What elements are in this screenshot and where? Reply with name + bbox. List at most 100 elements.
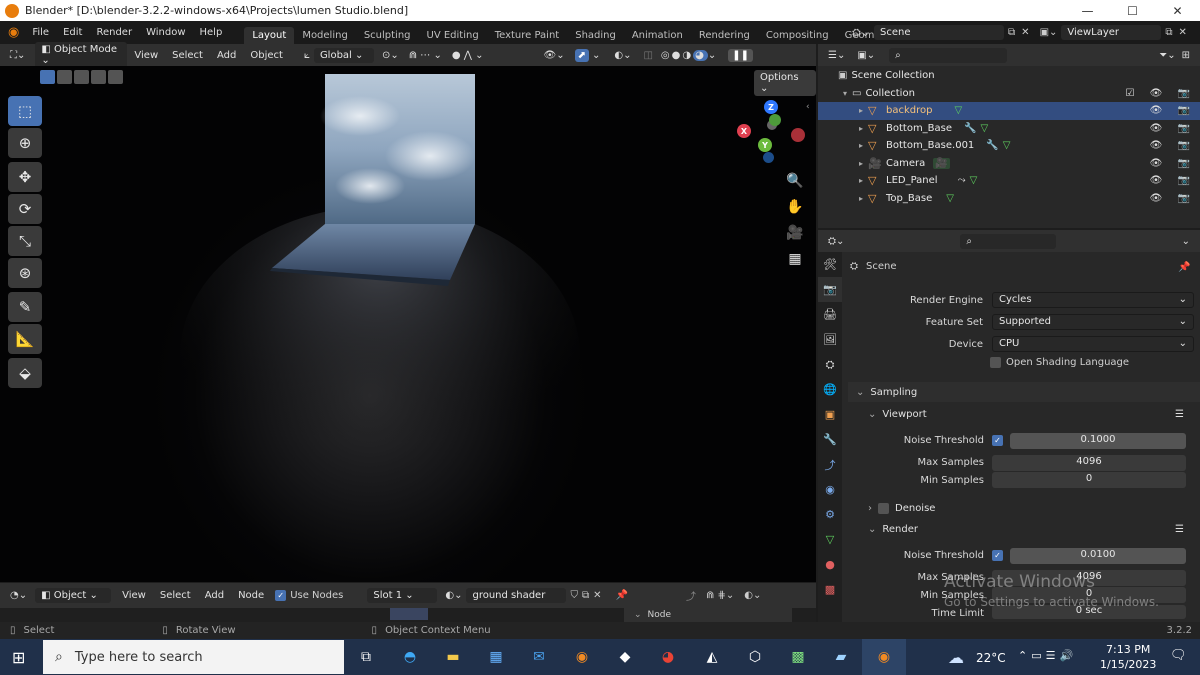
new-scene-icon[interactable]: ⧉ bbox=[1008, 27, 1015, 38]
zoom-icon[interactable]: 🔍 bbox=[784, 170, 806, 192]
node-view-menu[interactable]: View bbox=[115, 590, 153, 601]
denoise-subpanel-header[interactable]: › Denoise bbox=[854, 498, 1194, 518]
world-tab-icon[interactable]: 🌐 bbox=[818, 377, 842, 402]
clock-date[interactable]: 1/15/2023 bbox=[1100, 658, 1156, 671]
blender-menu-icon[interactable]: ◉ bbox=[8, 25, 19, 40]
pin-icon[interactable]: 📌 bbox=[616, 590, 628, 601]
material-icon[interactable]: ◐⌄ bbox=[445, 590, 462, 601]
expand-icon[interactable]: ▸ bbox=[854, 106, 868, 115]
proportional-edit-icon[interactable]: ● ⋀ ⌄ bbox=[452, 50, 484, 61]
view-menu[interactable]: View bbox=[127, 50, 165, 61]
item-visibility-icons[interactable]: 👁 📷 bbox=[1150, 105, 1196, 116]
expand-icon[interactable]: ▸ bbox=[854, 194, 868, 203]
transform-orientation-icon[interactable]: ⟀ bbox=[304, 50, 310, 61]
physics-tab-icon[interactable]: ◉ bbox=[818, 477, 842, 502]
object-tab-icon[interactable]: ▣ bbox=[818, 402, 842, 427]
windows-start-icon[interactable]: ⊞ bbox=[12, 648, 25, 667]
expand-icon[interactable]: ▸ bbox=[854, 159, 868, 168]
sidebar-toggle-icon[interactable]: ‹ bbox=[806, 102, 810, 112]
maximize-button[interactable]: ☐ bbox=[1110, 0, 1155, 21]
node-menu[interactable]: Node bbox=[231, 590, 271, 601]
slot-selector[interactable]: Slot 1 ⌄ bbox=[367, 588, 438, 603]
use-nodes-checkbox[interactable]: ✓ bbox=[275, 590, 287, 601]
mode-selector[interactable]: ◧ Object Mode ⌄ bbox=[35, 42, 128, 68]
device-dropdown[interactable]: CPU ⌄ bbox=[992, 336, 1194, 352]
add-menu[interactable]: Add bbox=[210, 50, 243, 61]
minimize-button[interactable]: — bbox=[1065, 0, 1110, 21]
scene-tab-icon[interactable]: ⛭ bbox=[818, 352, 842, 377]
y-axis-icon[interactable]: Y bbox=[758, 138, 772, 152]
editor-type-icon[interactable]: ☰⌄ bbox=[828, 50, 845, 61]
app-cube-icon[interactable]: ⬡ bbox=[743, 645, 767, 669]
tab-compositing[interactable]: Compositing bbox=[758, 27, 837, 44]
perspective-grid-icon[interactable]: ▦ bbox=[784, 248, 806, 270]
scale-tool-icon[interactable]: ⤡ bbox=[8, 226, 42, 256]
item-visibility-icons[interactable]: 👁 📷 bbox=[1150, 175, 1196, 186]
unity-icon[interactable]: ◭ bbox=[700, 645, 724, 669]
outliner-item-camera[interactable]: ▸ 🎥 Camera 🎥 👁 📷 bbox=[818, 155, 1200, 173]
visibility-icon[interactable]: 👁⌄ bbox=[544, 50, 565, 61]
modifier-tab-icon[interactable]: 🔧 bbox=[818, 427, 842, 452]
blender-taskbar-icon[interactable]: ◉ bbox=[570, 645, 594, 669]
outliner-item-led-panel[interactable]: ▸ ▽ LED_Panel ⤳ ▽ 👁 📷 bbox=[818, 172, 1200, 190]
shader-type-selector[interactable]: ◧ Object ⌄ bbox=[35, 588, 112, 603]
osl-checkbox[interactable] bbox=[990, 357, 1001, 368]
delete-scene-icon[interactable]: ✕ bbox=[1021, 27, 1029, 38]
tab-uv-editing[interactable]: UV Editing bbox=[419, 27, 487, 44]
filter-icon[interactable]: ⏷⌄ bbox=[1159, 50, 1175, 61]
pin-icon[interactable]: 📌 bbox=[1178, 262, 1190, 273]
outliner-scene-collection[interactable]: ▣ Scene Collection bbox=[818, 67, 1200, 85]
viewport-min-samples-field[interactable]: 0 bbox=[992, 472, 1186, 488]
expand-icon[interactable]: ▸ bbox=[854, 176, 868, 185]
close-button[interactable]: ✕ bbox=[1155, 0, 1200, 21]
select-menu[interactable]: Select bbox=[165, 50, 210, 61]
menu-window[interactable]: Window bbox=[139, 27, 192, 38]
shader-editor-canvas[interactable]: ⌄ Node bbox=[0, 608, 816, 622]
viewport-noise-threshold-field[interactable]: 0.1000 bbox=[1010, 433, 1186, 449]
menu-render[interactable]: Render bbox=[89, 27, 139, 38]
item-visibility-icons[interactable]: 👁 📷 bbox=[1150, 158, 1196, 169]
measure-tool-icon[interactable]: 📐 bbox=[8, 324, 42, 354]
outliner-item-top-base[interactable]: ▸ ▽ Top_Base ▽ 👁 📷 bbox=[818, 190, 1200, 208]
x-neg-axis-icon[interactable] bbox=[791, 128, 805, 142]
viewlayer-selector[interactable]: ViewLayer bbox=[1061, 25, 1162, 40]
render-subpanel-header[interactable]: ⌄ Render ☰ bbox=[854, 519, 1194, 539]
tab-modeling[interactable]: Modeling bbox=[294, 27, 356, 44]
texture-tab-icon[interactable]: ▩ bbox=[818, 577, 842, 602]
file-explorer-icon[interactable]: ▬ bbox=[441, 645, 465, 669]
store-icon[interactable]: ▦ bbox=[484, 645, 508, 669]
properties-search-input[interactable]: ⌕ bbox=[960, 233, 1057, 249]
viewport-subpanel-header[interactable]: ⌄ Viewport ☰ bbox=[854, 404, 1194, 424]
tool-tab-icon[interactable]: 🛠 bbox=[818, 252, 842, 277]
annotate-tool-icon[interactable]: ✎ bbox=[8, 292, 42, 322]
list-menu-icon[interactable]: ☰ bbox=[1175, 524, 1184, 535]
menu-file[interactable]: File bbox=[25, 27, 56, 38]
unity-hub-icon[interactable]: ◆ bbox=[613, 645, 637, 669]
mail-icon[interactable]: ✉ bbox=[527, 645, 551, 669]
object-menu[interactable]: Object bbox=[243, 50, 290, 61]
item-visibility-icons[interactable]: 👁 📷 bbox=[1150, 193, 1196, 204]
render-engine-dropdown[interactable]: Cycles ⌄ bbox=[992, 292, 1194, 308]
unlink-material-icon[interactable]: ✕ bbox=[593, 590, 601, 601]
edge-icon[interactable]: ◓ bbox=[398, 645, 422, 669]
rotate-tool-icon[interactable]: ⟳ bbox=[8, 194, 42, 224]
list-menu-icon[interactable]: ☰ bbox=[1175, 409, 1184, 420]
camera-view-icon[interactable]: 🎥 bbox=[784, 222, 806, 244]
editor-type-icon[interactable]: ⛶⌄ bbox=[10, 50, 25, 61]
3d-viewport[interactable]: Options ⌄ Z X Y 🔍 ✋ 🎥 ▦ ‹ bbox=[0, 66, 816, 582]
display-mode-icon[interactable]: ▣⌄ bbox=[857, 50, 875, 61]
sampling-panel-header[interactable]: ⌄ Sampling bbox=[848, 382, 1200, 402]
feature-set-dropdown[interactable]: Supported ⌄ bbox=[992, 314, 1194, 330]
item-visibility-icons[interactable]: 👁 📷 bbox=[1150, 140, 1196, 151]
duplicate-material-icon[interactable]: ⧉ bbox=[582, 590, 589, 601]
output-tab-icon[interactable]: 🖨 bbox=[818, 302, 842, 327]
gpu-app-icon[interactable]: ▩ bbox=[786, 645, 810, 669]
cursor-tool-icon[interactable]: ⊕ bbox=[8, 128, 42, 158]
node-select-menu[interactable]: Select bbox=[153, 590, 198, 601]
clock-time[interactable]: 7:13 PM bbox=[1106, 643, 1150, 656]
new-viewlayer-icon[interactable]: ⧉ bbox=[1165, 27, 1172, 38]
material-name-field[interactable]: ground shader bbox=[466, 588, 567, 603]
tab-animation[interactable]: Animation bbox=[624, 27, 691, 44]
chrome-icon[interactable]: ◕ bbox=[656, 645, 680, 669]
node-snap-icon[interactable]: ⋒ ⋕⌄ bbox=[706, 590, 734, 601]
